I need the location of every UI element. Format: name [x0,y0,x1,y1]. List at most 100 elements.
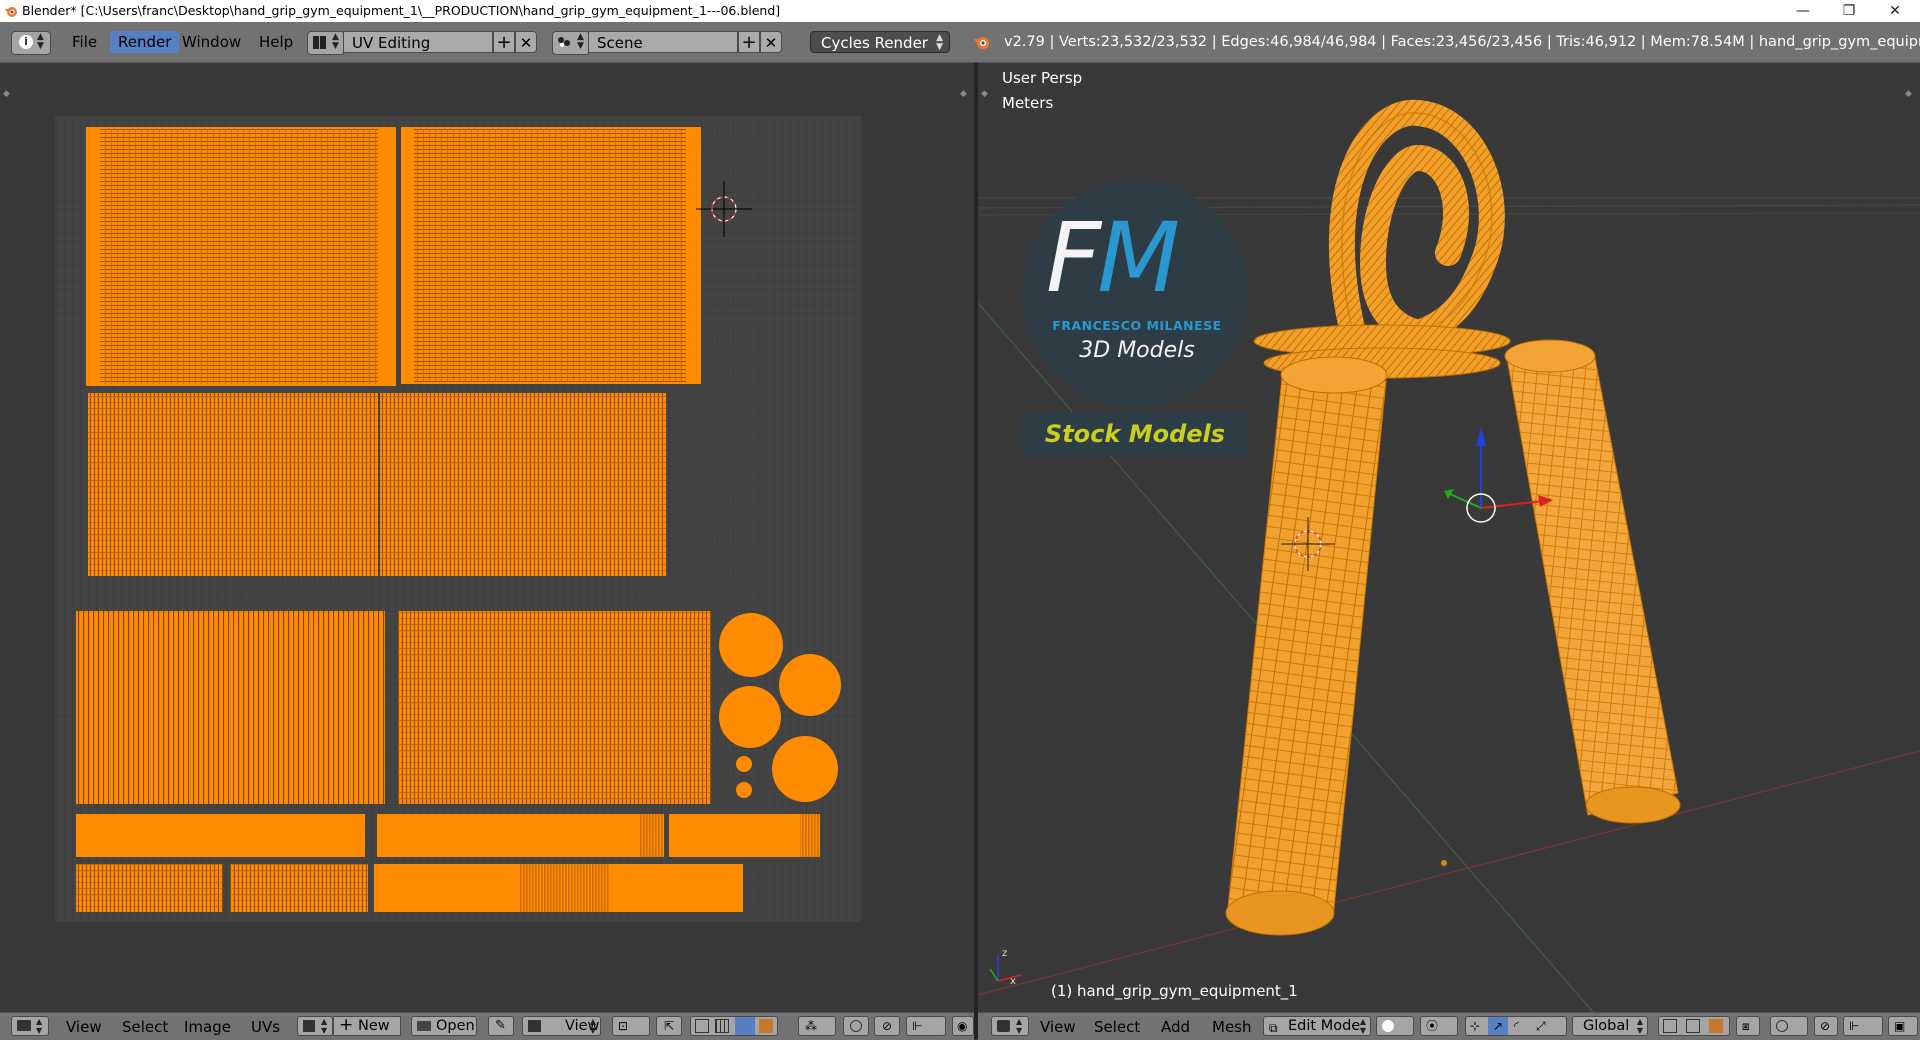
manipulator-buttons[interactable]: ⊹ ↗ ◜ ⤢ [1465,1016,1567,1036]
updown-arrows-icon: ▲ ▼ [36,1017,43,1035]
edge-select-icon[interactable] [715,1019,729,1033]
menu-render[interactable]: Render [110,31,180,53]
updown-arrows-icon: ▲ ▼ [1016,1017,1023,1035]
restore-icon: ❐ [1842,3,1856,19]
layout-grid-icon [313,36,326,49]
snap-element-dropdown[interactable]: ⊩ [1843,1016,1883,1036]
hand-grip-mesh[interactable] [1225,99,1681,936]
uv-menu-select[interactable]: Select [122,1017,168,1037]
limit-selection-button[interactable]: ⧆ [1736,1016,1760,1036]
uv-menu-uvs[interactable]: UVs [251,1017,280,1037]
uv-island[interactable] [669,814,820,857]
uv-island[interactable] [380,393,666,576]
uv-island[interactable] [100,129,378,384]
proportional-edit-button[interactable] [843,1016,869,1036]
menu-file[interactable]: File [64,31,105,53]
new-image-button[interactable]: + New [333,1016,401,1036]
delete-layout-button[interactable]: ✕ [515,31,537,53]
uv-island[interactable] [398,611,711,804]
scale-icon[interactable]: ⤢ [1536,1017,1546,1035]
uv-island[interactable] [800,814,820,857]
uv-island-cap[interactable] [772,736,838,802]
updown-arrows-icon: ▲ ▼ [577,32,584,51]
selection-mode-buttons[interactable] [690,1016,778,1036]
pivot-dropdown[interactable]: ⊡ [612,1016,650,1036]
sync-selection-button[interactable]: ⇱ [656,1016,682,1036]
close-window-button[interactable]: ✕ [1872,0,1918,22]
uv-island[interactable] [640,814,664,857]
uv-island-cap[interactable] [779,654,841,716]
region-toggle-left-icon[interactable]: ◆ [981,89,988,99]
scene-field[interactable]: Scene [588,31,738,53]
transform-orientation-dropdown[interactable]: Global ▲ ▼ [1572,1016,1648,1036]
pivot-point-dropdown[interactable]: ⦿ [1420,1016,1458,1036]
uv-island-cap[interactable] [719,613,783,677]
uv-island[interactable] [76,864,223,912]
add-scene-button[interactable]: + [738,31,760,53]
render-preview-button[interactable]: ▣ [1888,1016,1918,1036]
view-mode-dropdown[interactable]: View ▲ ▼ [522,1016,601,1036]
menu-window[interactable]: Window [174,31,249,53]
manipulator-toggle-icon[interactable]: ⊹ [1470,1017,1480,1035]
editor-type-button[interactable]: i ▲ ▼ [11,31,51,55]
viewport-menu-select[interactable]: Select [1094,1017,1140,1037]
uv-island[interactable] [230,864,368,912]
select-mode-buttons[interactable] [1658,1016,1730,1036]
maximize-button[interactable]: ❐ [1826,0,1872,22]
editor-type-button[interactable]: ▲ ▼ [991,1016,1029,1036]
viewport-menu-mesh[interactable]: Mesh [1212,1017,1252,1037]
pin-image-button[interactable]: ✎ [488,1016,514,1036]
face-select-icon[interactable] [1709,1019,1723,1033]
rotate-icon[interactable]: ◜ [1514,1017,1519,1035]
uv-canvas[interactable] [0,63,974,1012]
vertex-select-icon[interactable] [695,1019,709,1033]
viewport-menu-add[interactable]: Add [1161,1017,1190,1037]
viewport-menu-view[interactable]: View [1040,1017,1076,1037]
scopes-button[interactable]: ◉ [952,1016,974,1036]
uv-island[interactable] [377,814,664,857]
uv-island-cap[interactable] [719,686,781,748]
minimize-button[interactable]: — [1780,0,1826,22]
vertex-select-icon[interactable] [1663,1019,1677,1033]
edge-select-icon[interactable] [1686,1019,1700,1033]
image-browse-button[interactable]: ▲ ▼ [297,1016,333,1036]
add-layout-button[interactable]: + [493,31,515,53]
updown-arrows-icon: ▲ ▼ [1359,1017,1366,1035]
region-toggle-right-icon[interactable]: ◆ [1905,89,1912,99]
editor-type-button[interactable]: ▲ ▼ [11,1016,49,1036]
snap-element-dropdown[interactable]: ⊩ [906,1016,946,1036]
uv-island[interactable] [76,814,365,857]
viewport-shading-dropdown[interactable] [1376,1016,1414,1036]
uv-image-editor[interactable]: ◆ ◆ [0,63,974,1012]
face-select-icon[interactable] [735,1017,755,1035]
uv-menu-view[interactable]: View [66,1017,102,1037]
delete-scene-button[interactable]: ✕ [760,31,782,53]
sticky-select-dropdown[interactable]: ⁂ [798,1016,836,1036]
snap-button[interactable]: ⊘ [874,1016,900,1036]
close-icon: ✕ [519,34,533,52]
screen-layout-browse-button[interactable]: ▲ ▼ [307,31,345,55]
scene-icon [557,36,571,48]
3d-viewport[interactable]: z x FM FRANCESCO MILANESE 3D Models Stoc… [978,63,1920,1012]
scene-browse-button[interactable]: ▲ ▼ [552,31,590,55]
uv-island-cap[interactable] [736,756,752,772]
stock-models-badge: Stock Models [1022,412,1248,456]
plus-icon: + [496,32,512,53]
interaction-mode-dropdown[interactable]: ⧉ Edit Mode ▲ ▼ [1263,1016,1371,1036]
translate-icon[interactable]: ↗ [1488,1017,1508,1035]
cursor-arrow-icon: ⇱ [664,1019,675,1033]
uv-island[interactable] [88,393,378,576]
render-engine-dropdown[interactable]: Cycles Render ▲ ▼ [810,31,950,53]
uv-island-cap[interactable] [736,782,752,798]
proportional-edit-dropdown[interactable] [1770,1016,1808,1036]
island-select-icon[interactable] [759,1019,773,1033]
snap-button[interactable]: ⊘ [1814,1016,1838,1036]
open-image-button[interactable]: Open [411,1016,477,1036]
uv-island[interactable] [76,611,385,804]
menu-help[interactable]: Help [251,31,301,53]
screen-layout-field[interactable]: UV Editing [343,31,493,53]
uv-menu-image[interactable]: Image [184,1017,231,1037]
uv-island[interactable] [520,864,610,912]
uv-island[interactable] [414,129,686,382]
circle-icon [1776,1020,1788,1032]
